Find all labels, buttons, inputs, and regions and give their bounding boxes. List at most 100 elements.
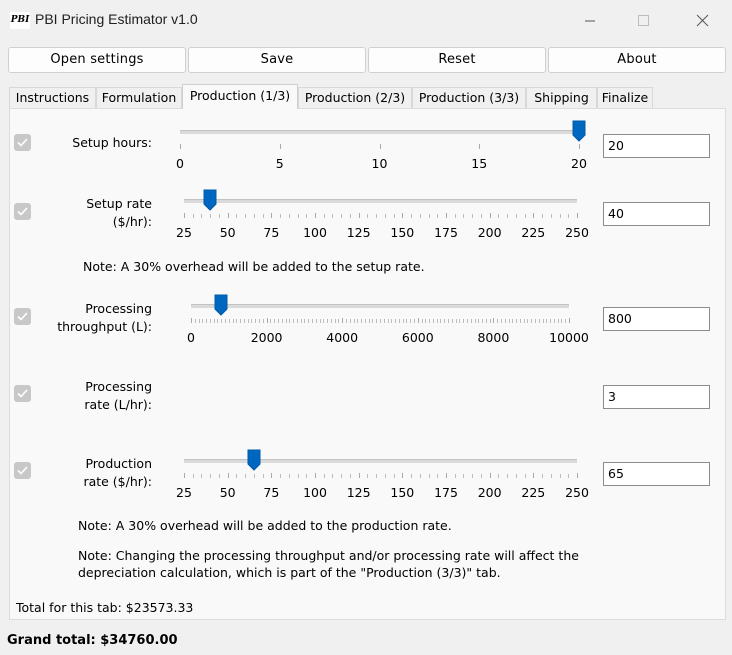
slider-tick-label: 20 [571, 156, 587, 171]
slider-minor-tick [350, 474, 351, 478]
slider-thumb[interactable] [247, 449, 261, 471]
setup-rate-checkbox[interactable] [14, 203, 31, 220]
slider-minor-tick [229, 319, 230, 323]
slider-tick-label: 75 [263, 225, 280, 240]
slider-minor-tick [225, 319, 226, 323]
slider-track[interactable] [184, 199, 577, 203]
reset-button[interactable]: Reset [368, 47, 546, 73]
slider-minor-tick [289, 474, 290, 478]
setup-hours-slider[interactable]: 0 5 10 15 20 [176, 118, 587, 173]
tab-shipping[interactable]: Shipping [526, 87, 597, 108]
slider-tick-label: 50 [219, 225, 236, 240]
depreciation-note-line1: Note: Changing the processing throughput… [78, 548, 579, 563]
slider-tick-label: 4000 [326, 330, 359, 345]
slider-tick-label: 10 [371, 156, 388, 171]
slider-tick-label: 2000 [250, 330, 283, 345]
slider-minor-tick [282, 319, 283, 323]
slider-minor-tick [327, 319, 328, 323]
minimize-button[interactable] [570, 8, 610, 34]
slider-minor-tick [289, 214, 290, 218]
tab-production-3[interactable]: Production (3/3) [412, 87, 526, 108]
slider-minor-tick [551, 214, 552, 218]
processing-rate-input[interactable]: 3 [603, 385, 710, 409]
slider-minor-tick [399, 319, 400, 323]
tab-production-2[interactable]: Production (2/3) [298, 87, 412, 108]
slider-tick [271, 213, 272, 218]
slider-thumb[interactable] [203, 189, 217, 211]
slider-minor-tick [444, 319, 445, 323]
slider-tick [579, 144, 580, 149]
slider-minor-tick [297, 319, 298, 323]
slider-minor-tick [263, 319, 264, 323]
slider-minor-tick [459, 319, 460, 323]
tab-production-1[interactable]: Production (1/3) [182, 84, 298, 109]
save-button[interactable]: Save [188, 47, 366, 73]
slider-minor-tick [463, 319, 464, 323]
slider-minor-tick [539, 319, 540, 323]
slider-tick [342, 318, 343, 323]
slider-minor-tick [306, 214, 307, 218]
slider-tick-label: 8000 [477, 330, 510, 345]
slider-minor-tick [259, 319, 260, 323]
production-rate-input[interactable]: 65 [603, 462, 710, 486]
slider-minor-tick [219, 474, 220, 478]
setup-hours-checkbox[interactable] [14, 134, 31, 151]
slider-minor-tick [561, 319, 562, 323]
slider-track[interactable] [180, 130, 579, 134]
slider-minor-tick [332, 474, 333, 478]
slider-track[interactable] [184, 459, 577, 463]
slider-minor-tick [507, 474, 508, 478]
about-button[interactable]: About [548, 47, 726, 73]
slider-minor-tick [560, 214, 561, 218]
slider-minor-tick [201, 474, 202, 478]
production-rate-slider[interactable]: 25 50 75 100 125 150 175 200 225 250 [176, 447, 589, 502]
processing-rate-checkbox[interactable] [14, 385, 31, 402]
slider-thumb[interactable] [572, 120, 586, 142]
tab-finalize[interactable]: Finalize [597, 87, 653, 108]
slider-track[interactable] [191, 304, 569, 308]
slider-minor-tick [422, 319, 423, 323]
production-rate-label-line2: rate ($/hr): [83, 474, 152, 489]
slider-tick [380, 144, 381, 149]
setup-rate-slider[interactable]: 25 50 75 100 125 150 175 200 225 250 [176, 187, 589, 242]
slider-minor-tick [324, 474, 325, 478]
setup-hours-input[interactable]: 20 [603, 134, 710, 158]
slider-minor-tick [316, 319, 317, 323]
slider-tick-label: 125 [346, 485, 371, 500]
slider-minor-tick [560, 474, 561, 478]
processing-throughput-checkbox[interactable] [14, 308, 31, 325]
processing-throughput-input[interactable]: 800 [603, 307, 710, 331]
slider-minor-tick [463, 474, 464, 478]
slider-minor-tick [437, 214, 438, 218]
slider-minor-tick [254, 214, 255, 218]
slider-minor-tick [429, 214, 430, 218]
production-rate-label-line1: Production [85, 456, 152, 471]
maximize-button[interactable] [624, 8, 664, 34]
slider-minor-tick [478, 319, 479, 323]
slider-minor-tick [516, 214, 517, 218]
slider-minor-tick [376, 474, 377, 478]
tab-instructions[interactable]: Instructions [9, 87, 96, 108]
slider-thumb[interactable] [214, 294, 228, 316]
slider-minor-tick [320, 319, 321, 323]
slider-minor-tick [278, 319, 279, 323]
slider-minor-tick [361, 319, 362, 323]
status-bar: Grand total: $34760.00 [0, 620, 732, 655]
minimize-icon [585, 20, 595, 22]
slider-minor-tick [498, 474, 499, 478]
open-settings-button[interactable]: Open settings [8, 47, 186, 73]
slider-tick [418, 318, 419, 323]
tab-formulation[interactable]: Formulation [96, 87, 182, 108]
slider-minor-tick [486, 319, 487, 323]
slider-tick-label: 225 [521, 225, 546, 240]
slider-minor-tick [331, 319, 332, 323]
close-button[interactable] [683, 8, 723, 34]
setup-rate-input[interactable]: 40 [603, 202, 710, 226]
slider-minor-tick [350, 214, 351, 218]
processing-throughput-label-line1: Processing [85, 301, 152, 316]
slider-minor-tick [274, 319, 275, 323]
slider-minor-tick [280, 214, 281, 218]
processing-throughput-slider[interactable]: 0 2000 4000 6000 8000 10000 [187, 292, 589, 347]
slider-minor-tick [433, 319, 434, 323]
production-rate-checkbox[interactable] [14, 462, 31, 479]
